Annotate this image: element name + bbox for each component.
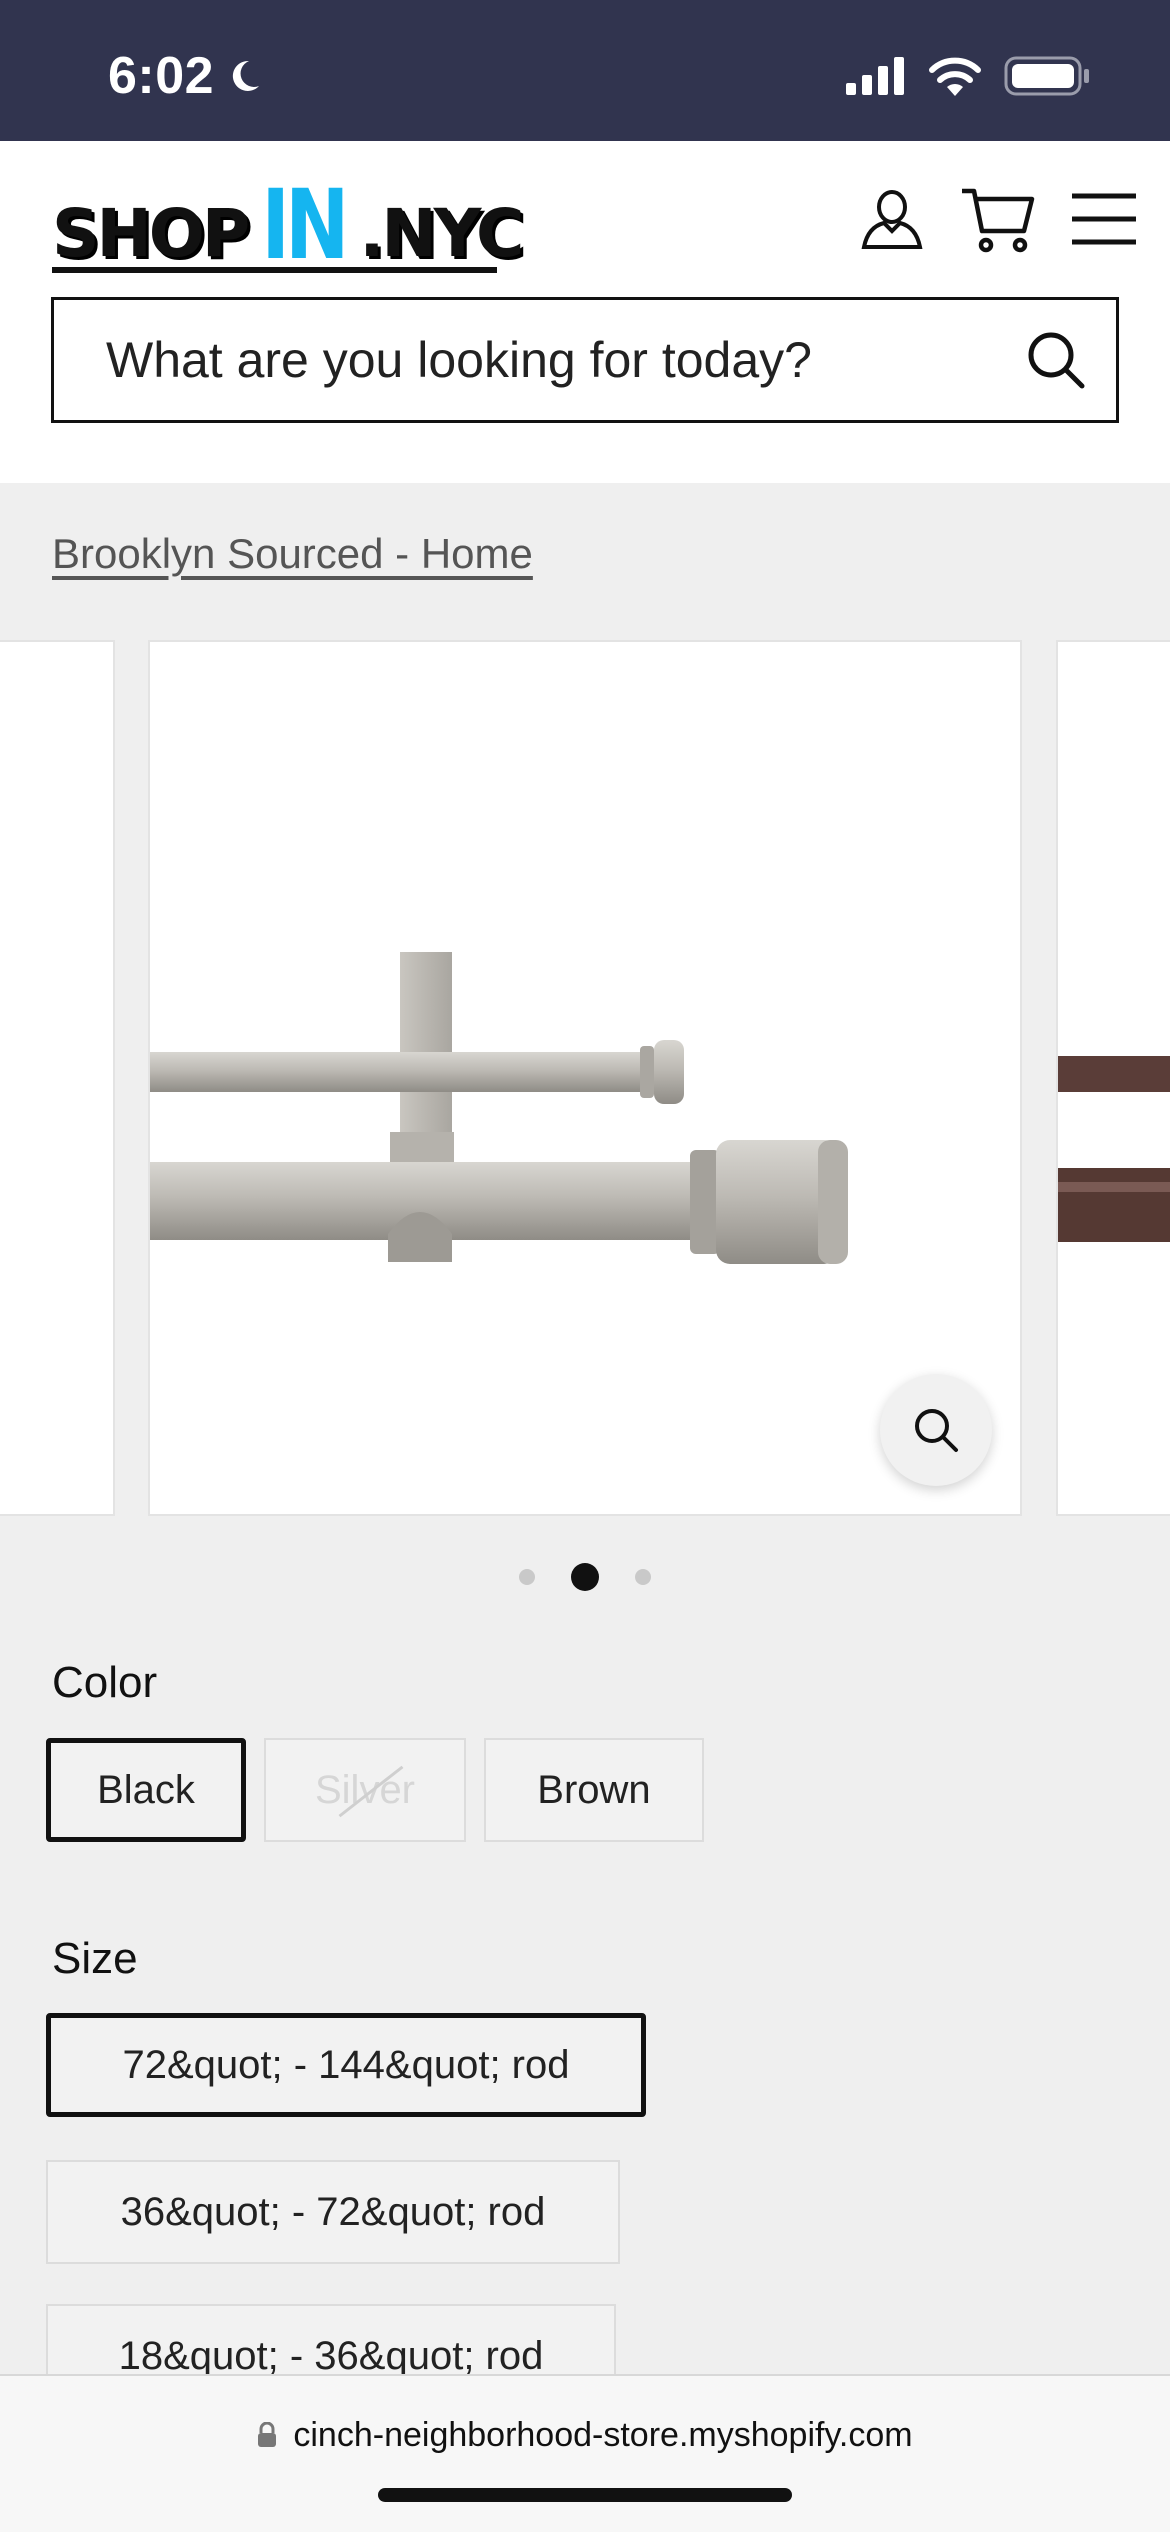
product-image: [150, 952, 848, 1264]
color-option-brown[interactable]: Brown: [484, 1738, 704, 1842]
menu-icon[interactable]: [1066, 181, 1142, 257]
battery-icon: [1004, 56, 1089, 96]
cellular-signal-icon: [846, 57, 904, 95]
carousel-slide-next[interactable]: [1056, 640, 1170, 1516]
account-icon[interactable]: [854, 181, 930, 257]
color-option-silver[interactable]: Silver: [264, 1738, 466, 1842]
header-actions: [854, 181, 1142, 257]
url-text: cinch-neighborhood-store.myshopify.com: [293, 2416, 913, 2454]
size-option-36-72[interactable]: 36&quot; - 72&quot; rod: [46, 2160, 620, 2264]
carousel-slide-active[interactable]: [148, 640, 1022, 1516]
wifi-icon: [929, 57, 981, 96]
status-time: 6:02: [108, 46, 264, 106]
zoom-icon: [915, 1409, 958, 1452]
carousel-dot-1[interactable]: [519, 1569, 535, 1585]
size-option-72-144[interactable]: 72&quot; - 144&quot; rod: [46, 2013, 646, 2117]
browser-bottom-bar: cinch-neighborhood-store.myshopify.com: [0, 2374, 1170, 2532]
clock-text: 6:02: [108, 47, 215, 105]
status-bar: 6:02: [0, 0, 1170, 141]
size-label: Size: [52, 1934, 138, 1983]
color-option-black[interactable]: Black: [46, 1738, 246, 1842]
carousel-dot-3[interactable]: [635, 1569, 651, 1585]
lock-icon: [258, 2421, 277, 2447]
carousel-slide-previous[interactable]: [0, 640, 115, 1516]
status-icons: [846, 56, 1090, 96]
breadcrumb-link[interactable]: Brooklyn Sourced - Home: [52, 530, 533, 578]
logo-underline: [52, 267, 497, 273]
home-indicator[interactable]: [378, 2488, 792, 2502]
logo-part-shop: SHOP: [52, 195, 250, 272]
cart-icon[interactable]: [960, 181, 1036, 257]
site-header: SHOP IN .NYC: [0, 141, 1170, 483]
search-icon: [1028, 332, 1085, 389]
search-button[interactable]: [996, 300, 1116, 420]
next-product-image: [1058, 1056, 1170, 1242]
moon-icon: [232, 60, 260, 91]
search-input[interactable]: [54, 300, 996, 420]
carousel-dot-2[interactable]: [571, 1563, 599, 1591]
logo-part-in: IN: [261, 169, 350, 282]
zoom-button[interactable]: [880, 1374, 992, 1486]
address-bar[interactable]: cinch-neighborhood-store.myshopify.com: [0, 2416, 1170, 2455]
carousel-dots: [0, 1563, 1170, 1591]
shop-in-nyc-logo[interactable]: SHOP IN .NYC: [52, 169, 525, 282]
color-label: Color: [52, 1658, 158, 1707]
color-options: Black Silver Brown: [46, 1738, 704, 1842]
search-bar: [51, 297, 1119, 423]
logo-part-nyc: .NYC: [359, 195, 524, 272]
